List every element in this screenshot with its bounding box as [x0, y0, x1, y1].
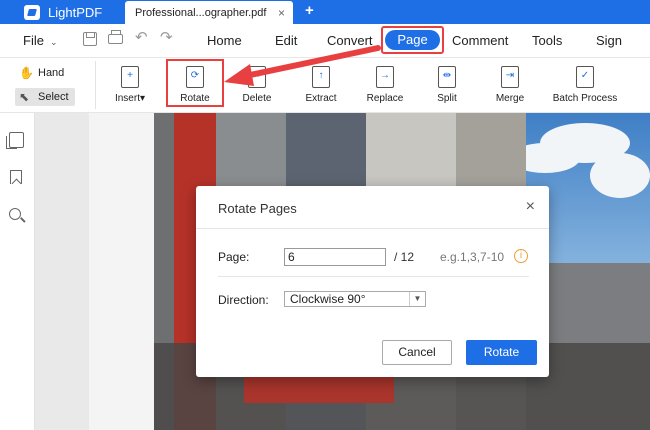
redo-icon[interactable]: ↷: [160, 30, 176, 47]
print-icon[interactable]: [108, 30, 123, 44]
dialog-divider: [196, 228, 549, 229]
extract-button[interactable]: ↑ Extract: [286, 66, 356, 104]
replace-button[interactable]: → Replace: [350, 66, 420, 104]
hand-icon: ✋: [19, 66, 34, 80]
lightpdf-logo-icon: [24, 5, 40, 20]
select-tool[interactable]: ⬉ Select: [15, 88, 75, 106]
pages-icon[interactable]: [6, 132, 24, 149]
tab-sign[interactable]: Sign: [596, 33, 622, 48]
rotate-highlight-box: [166, 59, 224, 107]
replace-label: Replace: [366, 93, 404, 104]
left-sidebar: [0, 113, 35, 430]
dialog-divider: [218, 276, 529, 277]
split-page-icon: ⇹: [438, 66, 456, 88]
rotate-pages-dialog: Rotate Pages × Page: / 12 e.g.1,3,7-10 i…: [196, 186, 549, 377]
dialog-title: Rotate Pages: [218, 201, 297, 216]
merge-button[interactable]: ⇥ Merge: [475, 66, 545, 104]
bookmark-icon[interactable]: [10, 170, 22, 184]
chevron-down-icon: ▼: [409, 292, 425, 306]
rotate-confirm-button[interactable]: Rotate: [466, 340, 537, 365]
app-brand: LightPDF: [0, 0, 125, 24]
delete-label: Delete: [242, 93, 272, 104]
extract-label: Extract: [305, 93, 337, 104]
page-margin: [89, 113, 154, 430]
direction-label: Direction:: [218, 293, 269, 307]
insert-button[interactable]: + Insert▾: [95, 66, 165, 104]
tab-tools[interactable]: Tools: [532, 33, 562, 48]
save-icon[interactable]: [83, 32, 97, 46]
merge-page-icon: ⇥: [501, 66, 519, 88]
cursor-icon: ⬉: [19, 90, 30, 104]
batch-process-icon: ✓: [576, 66, 594, 88]
merge-label: Merge: [495, 93, 525, 104]
close-tab-icon[interactable]: ×: [278, 6, 285, 20]
search-icon[interactable]: [9, 208, 21, 220]
cancel-button[interactable]: Cancel: [382, 340, 452, 365]
delete-button[interactable]: × Delete: [222, 66, 292, 104]
app-name: LightPDF: [48, 5, 103, 20]
menu-bar: File ⌄ ↶ ↷ Home Edit Convert Page Comment…: [0, 24, 650, 58]
document-tab[interactable]: Professional...ographer.pdf ×: [125, 1, 293, 24]
tab-comment[interactable]: Comment: [452, 33, 508, 48]
split-button[interactable]: ⇹ Split: [412, 66, 482, 104]
info-icon[interactable]: i: [514, 249, 528, 263]
split-label: Split: [437, 93, 457, 104]
tab-page[interactable]: Page: [385, 30, 440, 50]
select-tool-label: Select: [38, 91, 69, 103]
direction-select[interactable]: Clockwise 90° ▼: [284, 291, 426, 307]
page-toolbar: ✋ Hand ⬉ Select + Insert▾ ⟳ Rotate × Del…: [0, 58, 650, 113]
photo-cloud: [590, 153, 650, 198]
hand-tool-label: Hand: [38, 67, 65, 79]
page-input[interactable]: [284, 248, 386, 266]
document-tab-label: Professional...ographer.pdf: [135, 7, 267, 19]
hand-tool[interactable]: ✋ Hand: [15, 64, 75, 82]
page-format-hint: e.g.1,3,7-10: [440, 250, 505, 264]
replace-page-icon: →: [376, 66, 394, 88]
total-pages: / 12: [394, 250, 415, 264]
new-tab-button[interactable]: +: [305, 2, 314, 19]
tab-convert[interactable]: Convert: [327, 33, 373, 48]
tab-edit[interactable]: Edit: [275, 33, 297, 48]
direction-value: Clockwise 90°: [290, 292, 366, 306]
delete-page-icon: ×: [248, 66, 266, 88]
tab-page-highlight: Page: [381, 26, 444, 54]
page-label: Page:: [218, 250, 250, 264]
file-menu-label: File: [23, 33, 44, 48]
batch-process-button[interactable]: ✓ Batch Process: [550, 66, 620, 104]
chevron-down-icon: ⌄: [49, 37, 58, 47]
insert-label: Insert▾: [114, 93, 146, 104]
tab-home[interactable]: Home: [207, 33, 242, 48]
batch-process-label: Batch Process: [552, 93, 618, 104]
title-bar: LightPDF Professional...ographer.pdf × +: [0, 0, 650, 24]
close-icon[interactable]: ×: [526, 198, 535, 216]
insert-page-icon: +: [121, 66, 139, 88]
undo-icon[interactable]: ↶: [135, 30, 151, 47]
file-menu[interactable]: File ⌄: [23, 33, 58, 48]
extract-page-icon: ↑: [312, 66, 330, 88]
